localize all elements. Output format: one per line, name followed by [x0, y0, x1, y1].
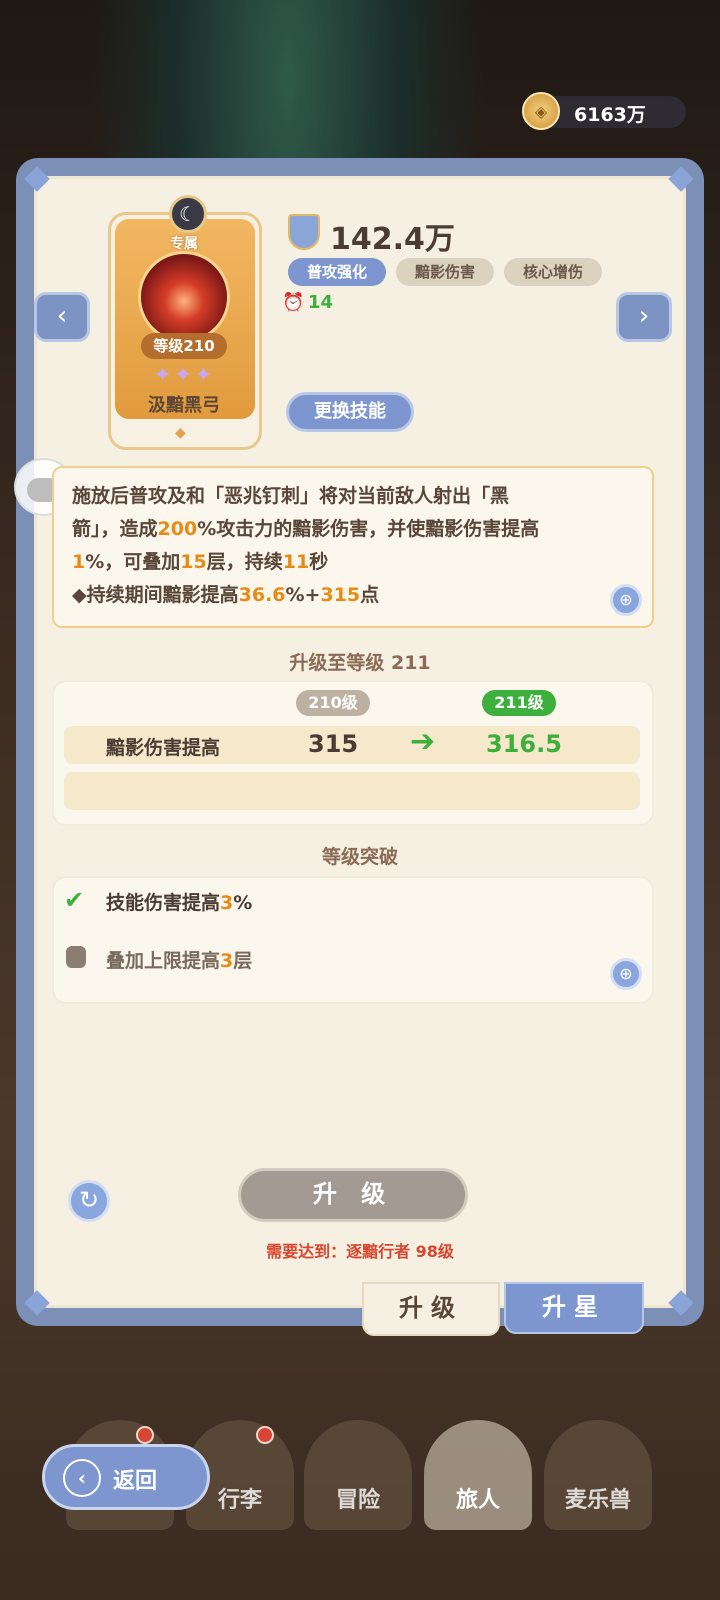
stat-label: 黯影伤害提高	[106, 737, 221, 759]
requirement-text: 需要达到：逐黯行者 98级	[266, 1242, 454, 1261]
skill-name: 汲黯黑弓	[148, 395, 220, 416]
breakthrough-header: 等级突破	[321, 846, 398, 868]
arrow-right-icon: ➔	[410, 724, 436, 759]
breakthrough-item-locked: 叠加上限提高3层	[106, 950, 253, 972]
diamond-ornament-icon: ◆	[175, 425, 186, 441]
next-level-pill: 211级	[482, 690, 556, 716]
reset-icon[interactable]: ↻	[68, 1180, 110, 1222]
prev-skill-button[interactable]: ‹	[34, 292, 90, 342]
nav-label: 冒险	[335, 1488, 380, 1513]
currency-amount: 6163万	[574, 104, 646, 126]
exclusive-badge: 专属	[170, 236, 198, 252]
tab-star-up[interactable]: 升星	[504, 1282, 644, 1334]
change-skill-button[interactable]: 更换技能	[286, 392, 414, 432]
skill-description: 施放后普攻及和「恶兆钉刺」将对当前敌人射出「黑 箭」，造成200%攻击力的黯影伤…	[52, 466, 654, 628]
current-level-pill: 210级	[296, 690, 370, 716]
desc-line: ◆持续期间黯影提高36.6%+315点	[72, 584, 380, 606]
desc-line: 施放后普攻及和「恶兆钉刺」将对当前敌人射出「黑	[72, 485, 510, 507]
chevron-left-icon: ‹	[63, 1459, 101, 1497]
next-skill-button[interactable]: ›	[616, 292, 672, 342]
currency-display: ◈ 6163万	[522, 92, 686, 130]
desc-line: 1%，可叠加15层，持续11秒	[72, 551, 329, 573]
skill-tag: 黯影伤害	[396, 258, 494, 286]
skill-art-icon	[138, 251, 230, 343]
sword-shield-icon	[288, 214, 320, 250]
lock-icon	[66, 946, 86, 968]
stat-from-value: 315	[308, 730, 359, 758]
tab-upgrade[interactable]: 升级	[362, 1282, 500, 1336]
notification-dot	[136, 1426, 154, 1444]
coin-icon: ◈	[522, 92, 560, 130]
cooldown-value: 14	[308, 292, 334, 313]
alarm-clock-icon: ⏰	[282, 292, 305, 313]
breakthrough-item-unlocked: 技能伤害提高3%	[106, 892, 253, 914]
back-button[interactable]: ‹ 返回	[42, 1444, 210, 1510]
stat-row-empty	[64, 772, 640, 810]
skill-power-value: 142.4万	[330, 222, 455, 257]
desc-line: 箭」，造成200%攻击力的黯影伤害，并使黯影伤害提高	[72, 518, 540, 540]
skill-tag: 普攻强化	[288, 258, 386, 286]
notification-dot	[256, 1426, 274, 1444]
zoom-in-icon[interactable]: ⊕	[610, 958, 642, 990]
back-label: 返回	[113, 1469, 158, 1494]
stat-to-value: 316.5	[486, 730, 562, 758]
upgrade-header: 升级至等级 211	[289, 652, 431, 674]
skill-tag: 核心增伤	[504, 258, 602, 286]
nav-label: 麦乐兽	[564, 1488, 631, 1513]
moon-emblem-icon: ☾	[169, 195, 207, 233]
skill-card: ☾ 专属 等级210 ✦✦✦ 汲黯黑弓 ◆	[108, 195, 262, 450]
nav-label: 旅人	[455, 1488, 500, 1513]
star-rating: ✦✦✦	[153, 363, 215, 388]
skill-level-badge: 等级210	[141, 333, 227, 359]
upgrade-button[interactable]: 升 级	[238, 1168, 468, 1222]
zoom-in-icon[interactable]: ⊕	[610, 584, 642, 616]
checkmark-icon: ✔	[64, 886, 85, 914]
